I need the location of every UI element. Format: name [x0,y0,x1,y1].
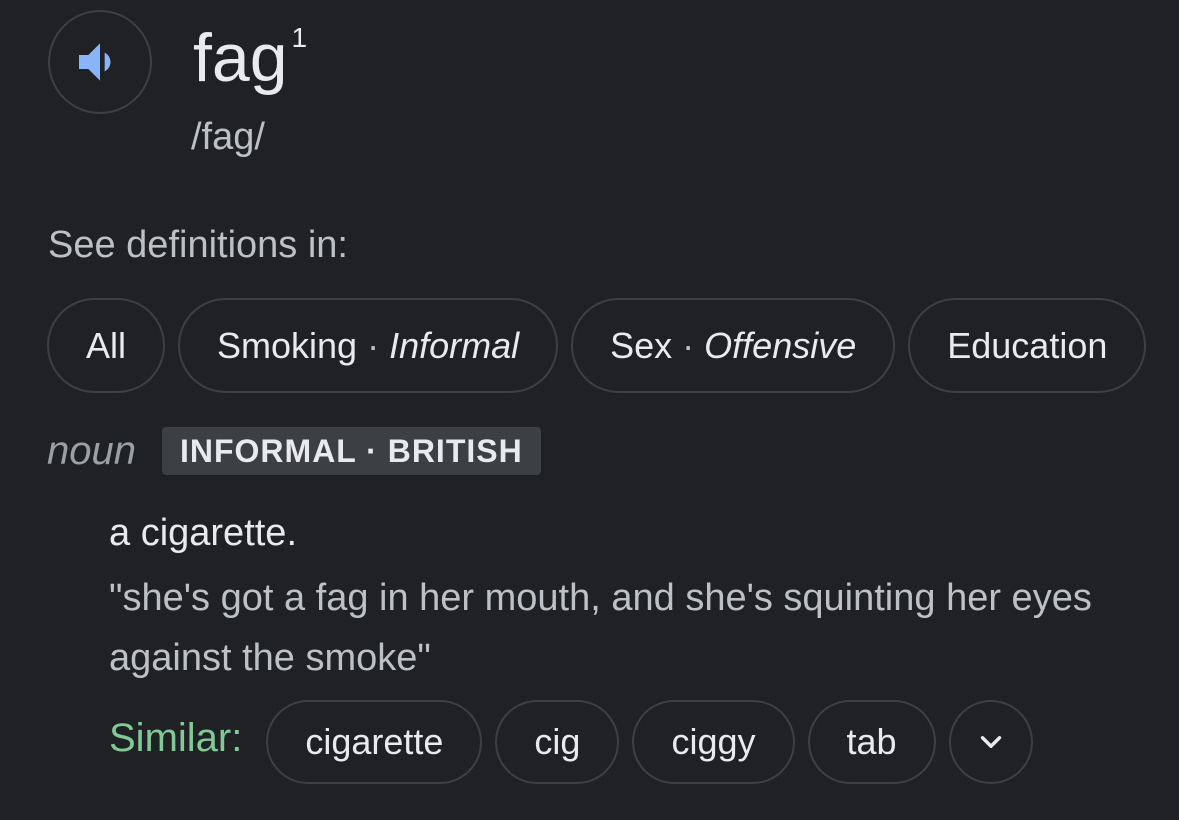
homograph-number: 1 [291,22,308,54]
chip-label: Education [947,324,1108,366]
chip-label: All [86,324,127,366]
headword-text: fag [193,20,288,96]
synonym-chip-tab[interactable]: tab [807,700,936,784]
pronunciation-speaker-button[interactable] [48,10,152,114]
chip-separator: · [682,324,695,366]
expand-similar-button[interactable] [948,700,1033,784]
volume-icon [79,43,111,81]
chip-qualifier: Informal [389,324,520,366]
chevron-down-icon [980,736,1001,748]
similar-words-row: Similar: cigarette cig ciggy tab [109,700,1033,784]
synonym-label: cig [534,721,581,762]
part-of-speech: noun [47,428,136,473]
synonym-label: tab [846,721,897,762]
chip-label: Sex [610,324,673,366]
phonetic-spelling: /fag/ [191,116,265,158]
sense-header: noun INFORMAL · BRITISH [47,426,541,476]
synonym-chip-cig[interactable]: cig [495,700,620,784]
definition-text: a cigarette. [109,512,297,554]
register-label: INFORMAL · BRITISH [161,427,541,475]
chip-qualifier: Offensive [704,324,857,366]
synonym-chips: cigarette cig ciggy tab [266,700,1033,784]
synonym-chip-cigarette[interactable]: cigarette [266,700,483,784]
synonym-label: cigarette [305,721,444,762]
chip-smoking-informal[interactable]: Smoking · Informal [178,298,559,393]
chip-separator: · [367,324,380,366]
synonym-label: ciggy [671,721,756,762]
see-definitions-label: See definitions in: [48,224,348,266]
chip-label: Smoking [217,324,358,366]
usage-example: "she's got a fag in her mouth, and she's… [109,577,1092,679]
synonym-chip-ciggy[interactable]: ciggy [632,700,795,784]
definition-filter-chips: All Smoking · Informal Sex · Offensive Educa… [47,298,1147,393]
chip-all[interactable]: All [47,298,166,393]
headword: fag 1 [193,18,307,98]
chip-sex-offensive[interactable]: Sex · Offensive [571,298,896,393]
similar-label: Similar: [109,715,243,760]
chip-education[interactable]: Education [908,298,1147,393]
